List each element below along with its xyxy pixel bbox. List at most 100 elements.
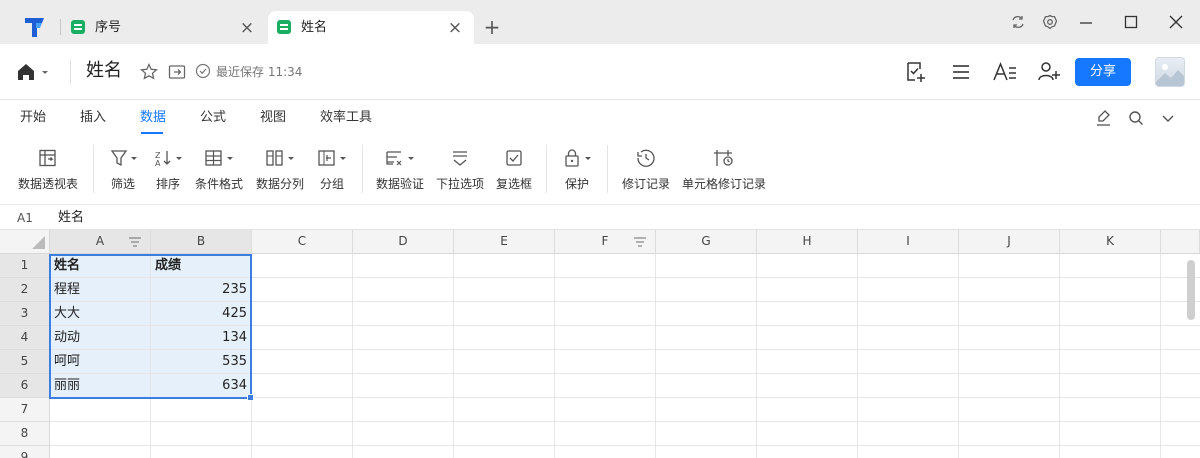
- tab-close-icon[interactable]: ×: [238, 19, 256, 37]
- checkbox-button[interactable]: 复选框: [494, 148, 534, 200]
- row-header[interactable]: 1: [0, 254, 50, 278]
- row-header[interactable]: 8: [0, 422, 50, 446]
- search-icon[interactable]: [1126, 108, 1146, 128]
- saved-check-icon: [194, 62, 214, 82]
- column-header-f[interactable]: F: [555, 230, 656, 254]
- row-header[interactable]: 7: [0, 398, 50, 422]
- dropdown-list-icon: [444, 148, 476, 168]
- conditional-format-icon: [203, 148, 235, 168]
- sync-icon[interactable]: [1008, 12, 1028, 32]
- cell-b6[interactable]: 634: [151, 374, 252, 398]
- cell-a4[interactable]: 动动: [50, 326, 151, 350]
- add-collaborator-icon[interactable]: [1036, 59, 1062, 85]
- active-tab-indicator: [141, 132, 163, 134]
- edit-document-icon[interactable]: [903, 59, 929, 85]
- cell-revision-history-button[interactable]: 单元格修订记录: [680, 148, 768, 200]
- tool-label: 修订记录: [621, 177, 670, 191]
- row-header[interactable]: 9: [0, 446, 50, 458]
- tab-xuhao[interactable]: 序号 ×: [62, 11, 266, 44]
- cell-a2[interactable]: 程程: [50, 278, 151, 302]
- select-all-corner[interactable]: [0, 230, 50, 254]
- column-header-label: K: [1106, 234, 1114, 248]
- column-header-d[interactable]: D: [353, 230, 454, 254]
- collapse-ribbon-chevron-icon[interactable]: [1158, 108, 1178, 128]
- home-icon[interactable]: [16, 61, 52, 83]
- protect-button[interactable]: 保护: [558, 148, 596, 200]
- maximize-icon[interactable]: [1121, 12, 1141, 32]
- ribbon-tab-data[interactable]: 数据: [140, 110, 166, 126]
- vertical-scrollbar[interactable]: [1187, 260, 1195, 320]
- column-header-g[interactable]: G: [656, 230, 757, 254]
- conditional-format-button[interactable]: 条件格式: [193, 148, 245, 200]
- cell-b1[interactable]: 成绩: [151, 254, 252, 278]
- column-header-label: F: [601, 234, 609, 248]
- row-header[interactable]: 4: [0, 326, 50, 350]
- avatar[interactable]: [1155, 57, 1185, 87]
- tool-label: 筛选: [110, 177, 135, 191]
- checkbox-icon: [498, 148, 530, 168]
- fill-handle[interactable]: [247, 394, 254, 401]
- row-header[interactable]: 2: [0, 278, 50, 302]
- tab-close-icon[interactable]: ×: [446, 19, 464, 37]
- app-logo-icon[interactable]: [22, 14, 48, 40]
- ribbon-tab-insert[interactable]: 插入: [80, 110, 106, 126]
- cell-a1[interactable]: 姓名: [50, 254, 151, 278]
- close-window-icon[interactable]: [1166, 12, 1186, 32]
- column-header-label: E: [500, 234, 508, 248]
- column-header-i[interactable]: I: [858, 230, 959, 254]
- settings-gear-icon[interactable]: [1040, 12, 1060, 32]
- cell-a6[interactable]: 丽丽: [50, 374, 151, 398]
- ribbon-tab-view[interactable]: 视图: [260, 110, 286, 126]
- share-button[interactable]: 分享: [1075, 58, 1131, 86]
- column-header-a[interactable]: A: [50, 230, 151, 254]
- column-header-j[interactable]: J: [959, 230, 1060, 254]
- ribbon-tab-efficiency-tools[interactable]: 效率工具: [320, 110, 372, 126]
- cell-b3[interactable]: 425: [151, 302, 252, 326]
- header-divider: [70, 60, 71, 84]
- sort-icon: ZA: [152, 148, 184, 168]
- sort-button[interactable]: ZA 排序: [149, 148, 187, 200]
- row-header[interactable]: 5: [0, 350, 50, 374]
- column-filter-icon[interactable]: [128, 235, 142, 249]
- document-title[interactable]: 姓名: [86, 59, 122, 83]
- document-header: 姓名 最近保存 11:34 分享: [0, 44, 1200, 100]
- cell-a5[interactable]: 呵呵: [50, 350, 151, 374]
- minimize-icon[interactable]: [1076, 12, 1096, 32]
- formula-input[interactable]: 姓名: [58, 210, 84, 226]
- brush-icon[interactable]: [1094, 108, 1114, 128]
- column-header-c[interactable]: C: [252, 230, 353, 254]
- toolbar-divider: [362, 145, 363, 193]
- split-column-button[interactable]: 数据分列: [254, 148, 306, 200]
- new-tab-button[interactable]: +: [483, 16, 501, 38]
- tool-label: 单元格修订记录: [681, 177, 766, 191]
- pivot-table-button[interactable]: 数据透视表: [17, 148, 79, 200]
- revision-history-button[interactable]: 修订记录: [620, 148, 672, 200]
- star-icon[interactable]: [139, 62, 159, 82]
- row-header[interactable]: 6: [0, 374, 50, 398]
- move-to-folder-icon[interactable]: [167, 62, 187, 82]
- save-status: 最近保存 11:34: [216, 65, 303, 79]
- svg-text:A: A: [155, 159, 161, 168]
- cell-b2[interactable]: 235: [151, 278, 252, 302]
- filter-button[interactable]: 筛选: [104, 148, 142, 200]
- column-header-b[interactable]: B: [151, 230, 252, 254]
- column-header-h[interactable]: H: [757, 230, 858, 254]
- font-settings-icon[interactable]: [992, 59, 1018, 85]
- data-validation-button[interactable]: 数据验证: [374, 148, 426, 200]
- tab-xingming[interactable]: 姓名 ×: [268, 11, 474, 44]
- menu-icon[interactable]: [948, 59, 974, 85]
- cell-a3[interactable]: 大大: [50, 302, 151, 326]
- ribbon-tabs: 开始 插入 数据 公式 视图 效率工具: [0, 100, 1200, 136]
- ribbon-tab-formula[interactable]: 公式: [200, 110, 226, 126]
- spreadsheet-grid[interactable]: A B C D E F G H I J K 1 2 3 4 5 6 7 8 9 …: [0, 230, 1200, 458]
- column-header-e[interactable]: E: [454, 230, 555, 254]
- cell-b5[interactable]: 535: [151, 350, 252, 374]
- ribbon-tab-start[interactable]: 开始: [20, 110, 46, 126]
- row-header[interactable]: 3: [0, 302, 50, 326]
- dropdown-list-button[interactable]: 下拉选项: [434, 148, 486, 200]
- group-button[interactable]: 分组: [312, 148, 352, 200]
- column-filter-icon[interactable]: [633, 235, 647, 249]
- cell-b4[interactable]: 134: [151, 326, 252, 350]
- cell-reference-box[interactable]: A1: [17, 210, 33, 226]
- column-header-k[interactable]: K: [1060, 230, 1161, 254]
